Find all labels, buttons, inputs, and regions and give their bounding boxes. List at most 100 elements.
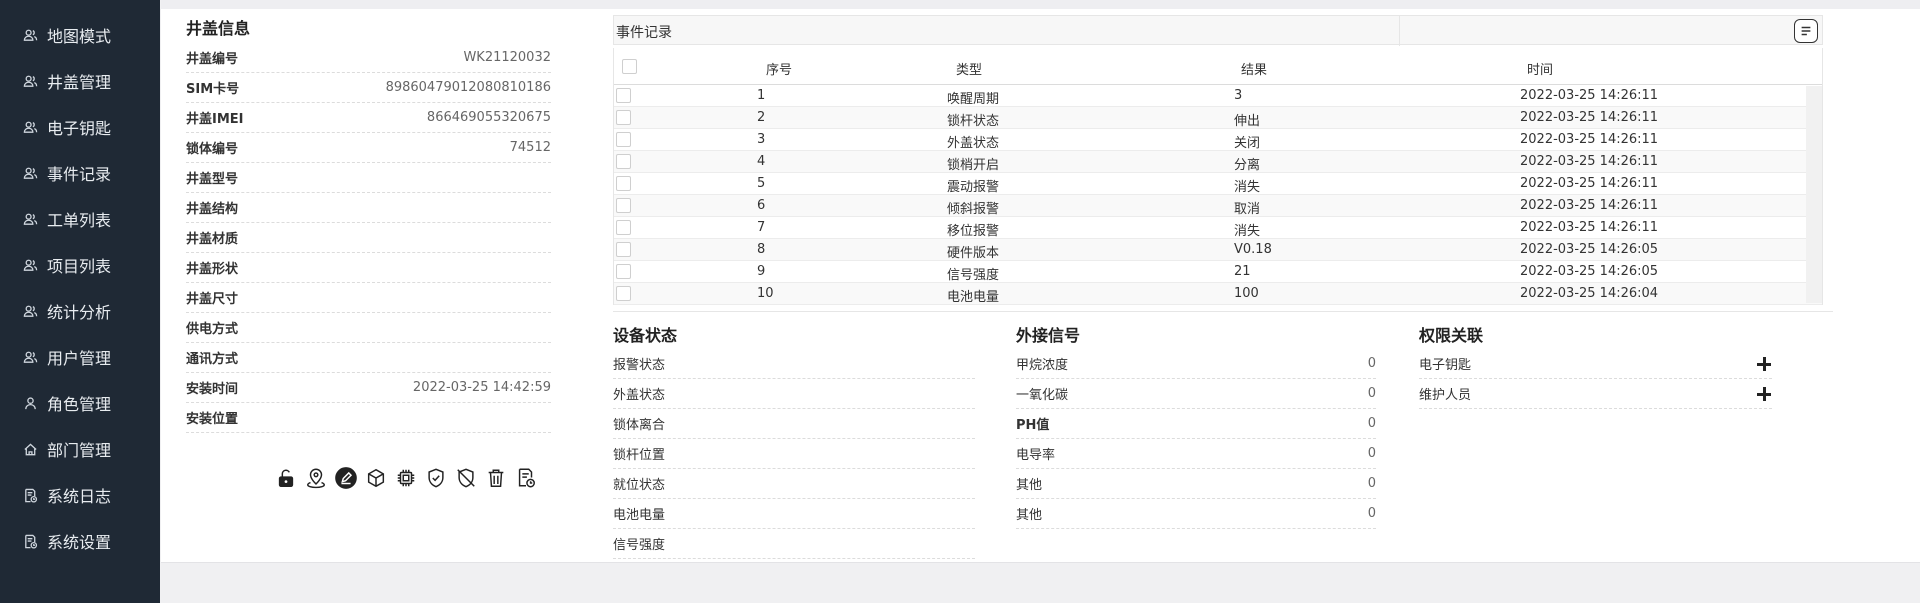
signal-field-row: 其他 0: [1016, 469, 1376, 499]
table-header: 序号 类型 结果 时间: [614, 48, 1822, 85]
row-checkbox[interactable]: [616, 132, 631, 147]
row-checkbox[interactable]: [616, 286, 631, 301]
sidebar-item-user-management[interactable]: 用户管理: [0, 337, 160, 377]
edit-circle-icon[interactable]: [334, 465, 358, 491]
table-row[interactable]: 2 锁杆状态 伸出 2022-03-25 14:26:11: [614, 107, 1822, 129]
table-row[interactable]: 7 移位报警 消失 2022-03-25 14:26:11: [614, 217, 1822, 239]
table-row[interactable]: 1 唤醒周期 3 2022-03-25 14:26:11: [614, 85, 1822, 107]
table-row[interactable]: 9 信号强度 21 2022-03-25 14:26:05: [614, 261, 1822, 283]
cell-no: 5: [757, 176, 766, 191]
cover-field-row: 井盖IMEI 866469055320675: [186, 103, 551, 133]
sidebar-item-role-management[interactable]: 角色管理: [0, 383, 160, 423]
sidebar-item-system-log[interactable]: 系统日志: [0, 475, 160, 515]
add-maintainer-button[interactable]: [1756, 386, 1772, 402]
cell-time: 2022-03-25 14:26:05: [1520, 264, 1659, 279]
bottom-area: [161, 562, 1920, 603]
cell-time: 2022-03-25 14:26:11: [1520, 110, 1659, 125]
field-label: 电池电量: [613, 508, 666, 523]
table-row[interactable]: 3 外盖状态 关闭 2022-03-25 14:26:11: [614, 129, 1822, 151]
field-label: 甲烷浓度: [1016, 358, 1069, 373]
list-icon: [1801, 26, 1811, 36]
row-checkbox[interactable]: [616, 88, 631, 103]
field-value: 0: [1367, 506, 1376, 521]
cube-icon[interactable]: [364, 465, 388, 491]
field-label: 供电方式: [186, 322, 239, 337]
shield-check-icon[interactable]: [424, 465, 448, 491]
sidebar-item-label: 电子钥匙: [47, 119, 112, 138]
cover-field-row: 井盖材质: [186, 223, 551, 253]
header-divider: [1399, 16, 1400, 46]
sidebar-item-label: 井盖管理: [47, 73, 112, 92]
unlock-icon[interactable]: [274, 465, 298, 491]
row-checkbox[interactable]: [616, 264, 631, 279]
column-header-no[interactable]: 序号: [766, 59, 792, 78]
field-label: 锁杆位置: [613, 448, 666, 463]
field-value: 0: [1367, 386, 1376, 401]
row-checkbox[interactable]: [616, 242, 631, 257]
cell-result: 关闭: [1234, 136, 1261, 151]
row-checkbox[interactable]: [616, 154, 631, 169]
column-header-time[interactable]: 时间: [1527, 59, 1553, 78]
cover-field-row: 通讯方式: [186, 343, 551, 373]
add-electronic-key-button[interactable]: [1756, 356, 1772, 372]
sidebar-item-department-management[interactable]: 部门管理: [0, 429, 160, 469]
sidebar-item-projects[interactable]: 项目列表: [0, 245, 160, 285]
sidebar-item-cover-management[interactable]: 井盖管理: [0, 61, 160, 101]
users-icon: [22, 303, 38, 319]
signal-field-row: 一氧化碳 0: [1016, 379, 1376, 409]
log-clock-icon[interactable]: [514, 465, 538, 491]
cell-no: 7: [757, 220, 766, 235]
status-field-row: 报警状态: [613, 349, 975, 379]
cover-field-row: 井盖形状: [186, 253, 551, 283]
field-label: 井盖尺寸: [186, 292, 239, 307]
table-scrollbar[interactable]: [1806, 86, 1822, 303]
table-row[interactable]: 5 震动报警 消失 2022-03-25 14:26:11: [614, 173, 1822, 195]
table-row[interactable]: 8 硬件版本 V0.18 2022-03-25 14:26:05: [614, 239, 1822, 261]
cell-time: 2022-03-25 14:26:11: [1520, 132, 1659, 147]
sidebar-item-label: 项目列表: [47, 257, 112, 276]
field-label: 通讯方式: [186, 352, 239, 367]
field-label: 报警状态: [613, 358, 666, 373]
panel-divider: [613, 311, 1833, 312]
field-label: 一氧化碳: [1016, 388, 1069, 403]
sidebar-item-work-orders[interactable]: 工单列表: [0, 199, 160, 239]
column-header-type[interactable]: 类型: [956, 59, 982, 78]
sidebar-item-statistics[interactable]: 统计分析: [0, 291, 160, 331]
cell-time: 2022-03-25 14:26:11: [1520, 176, 1659, 191]
location-pin-icon[interactable]: [304, 465, 328, 491]
field-value: WK21120032: [463, 50, 551, 65]
row-checkbox[interactable]: [616, 176, 631, 191]
field-label: 安装时间: [186, 382, 239, 397]
chip-icon[interactable]: [394, 465, 418, 491]
field-label: 井盖编号: [186, 52, 239, 67]
shield-off-icon[interactable]: [454, 465, 478, 491]
cell-type: 硬件版本: [947, 246, 1000, 261]
sidebar-item-label: 用户管理: [47, 349, 112, 368]
field-value: 0: [1367, 356, 1376, 371]
cell-result: 3: [1234, 88, 1243, 103]
field-label: 外盖状态: [613, 388, 666, 403]
table-row[interactable]: 4 锁梢开启 分离 2022-03-25 14:26:11: [614, 151, 1822, 173]
cell-type: 锁梢开启: [947, 158, 1000, 173]
sidebar-item-map-mode[interactable]: 地图模式: [0, 15, 160, 55]
column-header-result[interactable]: 结果: [1241, 59, 1267, 78]
field-label: 锁体编号: [186, 142, 239, 157]
sidebar-item-event-records[interactable]: 事件记录: [0, 153, 160, 193]
row-checkbox[interactable]: [616, 220, 631, 235]
row-checkbox[interactable]: [616, 110, 631, 125]
signal-field-row: PH值 0: [1016, 409, 1376, 439]
field-label: 井盖结构: [186, 202, 239, 217]
sidebar-item-system-settings[interactable]: 系统设置: [0, 521, 160, 561]
cover-field-row: 锁体编号 74512: [186, 133, 551, 163]
select-all-checkbox[interactable]: [622, 59, 637, 74]
users-icon: [22, 349, 38, 365]
trash-icon[interactable]: [484, 465, 508, 491]
row-checkbox[interactable]: [616, 198, 631, 213]
panel-header: 事件记录: [613, 15, 1823, 46]
cell-time: 2022-03-25 14:26:11: [1520, 220, 1659, 235]
list-menu-button[interactable]: [1794, 19, 1818, 43]
cell-no: 9: [757, 264, 766, 279]
table-row[interactable]: 6 倾斜报警 取消 2022-03-25 14:26:11: [614, 195, 1822, 217]
table-row[interactable]: 10 电池电量 100 2022-03-25 14:26:04: [614, 283, 1822, 305]
sidebar-item-electronic-key[interactable]: 电子钥匙: [0, 107, 160, 147]
